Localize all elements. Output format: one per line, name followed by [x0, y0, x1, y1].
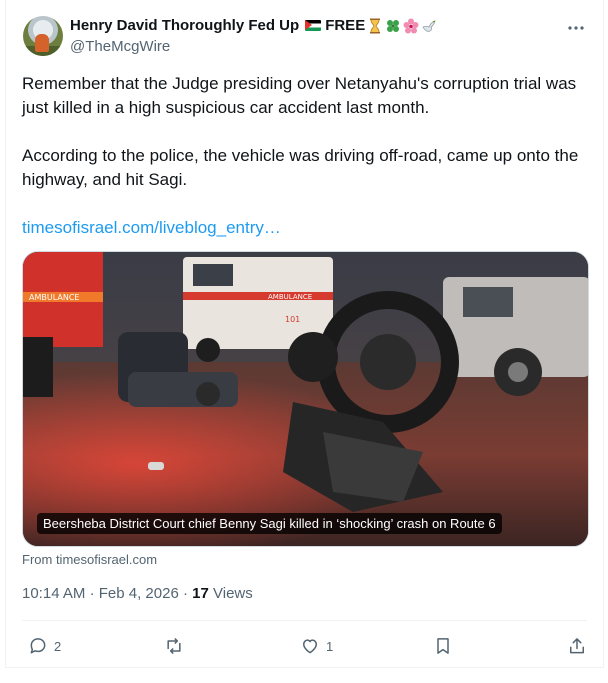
share-button[interactable] [567, 631, 587, 661]
tweet-date[interactable]: Feb 4, 2026 [99, 585, 179, 602]
bookmark-button[interactable] [433, 631, 453, 661]
avatar[interactable] [23, 16, 63, 56]
four-leaf-clover-icon [385, 18, 401, 34]
hourglass-icon [367, 18, 383, 34]
like-button[interactable]: 1 [300, 631, 333, 661]
meta-separator: · [182, 585, 188, 602]
ambulance-number: 101 [285, 315, 300, 324]
author-name-suffix[interactable]: FREE [325, 17, 365, 34]
tweet-time[interactable]: 10:14 AM [22, 585, 85, 602]
meta-separator: · [89, 585, 95, 602]
reply-button[interactable]: 2 [28, 631, 61, 661]
crash-scene-image: AMBULANCE AMBULANCE 101 [23, 252, 588, 546]
tweet-meta: 10:14 AM · Feb 4, 2026 · 17 Views [22, 585, 253, 602]
author-handle[interactable]: @TheMcgWire [70, 38, 170, 55]
repost-button[interactable] [164, 631, 190, 661]
media-caption: Beersheba District Court chief Benny Sag… [37, 513, 502, 534]
reply-count: 2 [54, 638, 62, 654]
ambulance-text: AMBULANCE [268, 293, 312, 301]
share-icon [570, 638, 584, 654]
tweet-link[interactable]: timesofisrael.com/liveblog_entry… [22, 218, 281, 237]
repost-icon [167, 638, 181, 654]
action-bar: 2 1 [22, 631, 589, 661]
more-options-icon[interactable] [566, 18, 586, 38]
views-count: 17 [192, 585, 209, 602]
author-name-row[interactable]: Henry David Thoroughly Fed Up FREE [70, 17, 437, 34]
dove-icon [421, 18, 437, 34]
media-image[interactable]: AMBULANCE AMBULANCE 101 Beersheba Distri… [22, 251, 589, 547]
tweet-paragraph: According to the police, the vehicle was… [22, 146, 579, 189]
hibiscus-icon [403, 18, 419, 34]
media-source[interactable]: From timesofisrael.com [22, 552, 157, 567]
author-display-name[interactable]: Henry David Thoroughly Fed Up [70, 17, 299, 34]
heart-icon [303, 639, 317, 654]
like-count: 1 [326, 638, 334, 654]
tweet-text: Remember that the Judge presiding over N… [22, 72, 590, 240]
bookmark-icon [437, 638, 449, 654]
ambulance-text: AMBULANCE [29, 293, 79, 302]
views-label: Views [213, 585, 253, 602]
palestine-flag-icon [305, 20, 322, 31]
tweet-paragraph: Remember that the Judge presiding over N… [22, 74, 577, 117]
divider [22, 620, 587, 621]
tweet-card[interactable]: Henry David Thoroughly Fed Up FREE @TheM… [5, 0, 604, 668]
reply-icon [30, 638, 46, 654]
